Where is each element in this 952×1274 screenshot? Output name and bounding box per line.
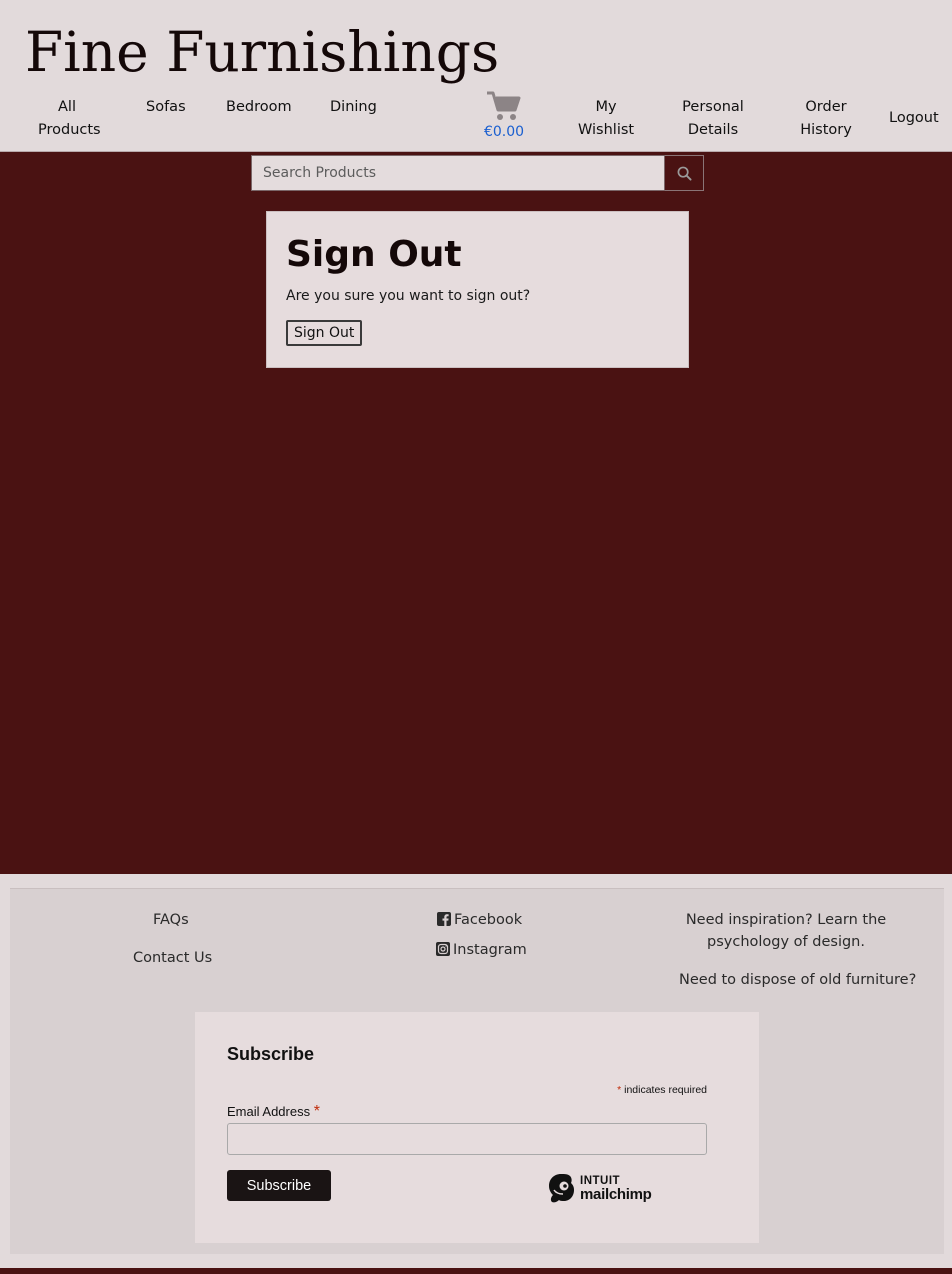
nav-dining-label: Dining xyxy=(330,99,377,115)
facebook-label: Facebook xyxy=(454,912,523,928)
shopping-cart-icon xyxy=(487,91,521,120)
instagram-label: Instagram xyxy=(453,942,527,958)
search-icon xyxy=(677,166,692,181)
mailchimp-wordmark: INTUIT mailchimp xyxy=(580,1174,652,1202)
nav-order-history[interactable]: Order History xyxy=(798,96,854,142)
instagram-link[interactable]: Instagram xyxy=(436,939,527,961)
search-form xyxy=(251,155,704,191)
signout-card: Sign Out Are you sure you want to sign o… xyxy=(266,211,689,368)
mailchimp-icon xyxy=(549,1174,574,1203)
signout-message: Are you sure you want to sign out? xyxy=(286,288,531,304)
required-note-text: indicates required xyxy=(624,1084,707,1096)
nav-personal-details[interactable]: Personal Details xyxy=(680,96,746,142)
subscribe-button[interactable]: Subscribe xyxy=(227,1170,331,1201)
cart-link[interactable]: €0.00 xyxy=(476,90,532,140)
required-note: * indicates required xyxy=(617,1084,707,1096)
cart-total: €0.00 xyxy=(483,124,525,140)
nav-all-products[interactable]: All Products xyxy=(38,96,101,142)
email-field[interactable] xyxy=(227,1123,707,1155)
email-label-text: Email Address xyxy=(227,1104,311,1119)
required-asterisk: * xyxy=(617,1084,622,1096)
nav-sofas-label: Sofas xyxy=(146,99,186,115)
nav-wishlist-label: My Wishlist xyxy=(578,99,635,138)
instagram-icon xyxy=(436,942,450,956)
brand-logo[interactable]: Fine Furnishings xyxy=(25,18,499,86)
email-label: Email Address * xyxy=(227,1103,320,1121)
nav-bedroom-label: Bedroom xyxy=(226,99,292,115)
facebook-link[interactable]: Facebook xyxy=(437,909,522,931)
dispose-link[interactable]: Need to dispose of old furniture? xyxy=(679,969,916,991)
nav-sofas[interactable]: Sofas xyxy=(146,96,186,119)
nav-wishlist[interactable]: My Wishlist xyxy=(578,96,634,142)
site-header: Fine Furnishings All Products Sofas Bedr… xyxy=(0,0,952,152)
nav-logout-label: Logout xyxy=(889,110,939,126)
subscribe-form: Subscribe * indicates required Email Add… xyxy=(195,1012,759,1243)
nav-order-history-label: Order History xyxy=(800,99,852,138)
faqs-link[interactable]: FAQs xyxy=(153,909,189,931)
nav-logout[interactable]: Logout xyxy=(889,107,939,130)
contact-link[interactable]: Contact Us xyxy=(133,947,212,969)
mailchimp-line2: mailchimp xyxy=(580,1186,652,1203)
inspiration-link[interactable]: Need inspiration? Learn the psychology o… xyxy=(680,909,892,953)
search-button[interactable] xyxy=(665,155,704,191)
nav-personal-details-label: Personal Details xyxy=(682,99,744,138)
sign-out-button[interactable]: Sign Out xyxy=(286,320,363,346)
email-required-asterisk: * xyxy=(313,1103,320,1120)
facebook-icon xyxy=(437,912,451,926)
page-title: Sign Out xyxy=(286,234,462,275)
subscribe-title: Subscribe xyxy=(227,1044,315,1064)
mailchimp-logo[interactable]: INTUIT mailchimp xyxy=(546,1172,652,1204)
nav-bedroom[interactable]: Bedroom xyxy=(226,96,292,119)
nav-all-products-label: All Products xyxy=(38,99,101,138)
search-input[interactable] xyxy=(251,155,665,191)
nav-dining[interactable]: Dining xyxy=(330,96,377,119)
